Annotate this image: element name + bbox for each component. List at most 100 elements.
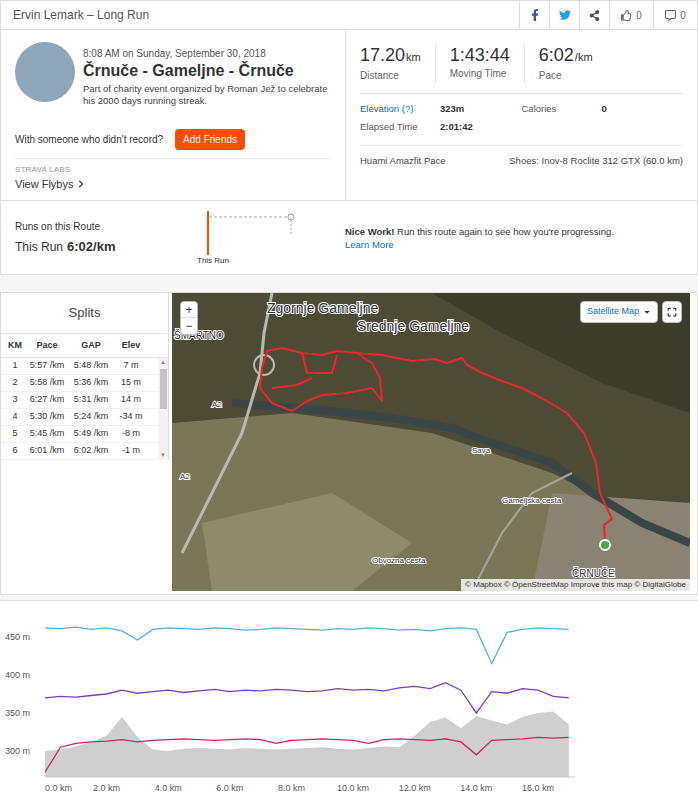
y-axis-tick: 450 m <box>5 632 30 642</box>
zoom-out-button[interactable]: − <box>181 318 197 334</box>
split-row[interactable]: 15:57 /km5:48 /km7 m <box>1 358 158 375</box>
x-axis-tick: 8.0 km <box>278 783 305 793</box>
route-title: Runs on this Route <box>15 219 195 234</box>
route-line <box>260 348 612 543</box>
scroll-up-arrow[interactable]: ▲ <box>160 358 166 367</box>
activity-card: 8:08 AM on Sunday, September 30, 2018Črn… <box>0 30 698 275</box>
comments-count: 0 <box>680 8 686 23</box>
stat: 1:43:44Moving Time <box>450 44 525 83</box>
y-axis-tick: 350 m <box>5 708 30 718</box>
x-axis-tick: 6.0 km <box>216 783 243 793</box>
avatar[interactable] <box>15 42 75 102</box>
start-marker <box>600 540 610 550</box>
route-comparison: Runs on this RouteThis Run6:02/kmThis Ru… <box>1 200 697 274</box>
twitter-icon <box>559 9 571 21</box>
x-axis-tick: 10.0 km <box>337 783 369 793</box>
splits-map-section: SplitsKMPaceGAPElev15:57 /km5:48 /km7 m2… <box>0 292 698 595</box>
shoes: Shoes: Inov-8 Roclite 312 GTX (60.0 km) <box>509 154 683 168</box>
detail-value: 323m <box>440 102 464 116</box>
route-map[interactable]: Zgornje GameljneSrednje GameljneŠMARTNOČ… <box>172 293 690 591</box>
device: Huami Amazfit Pace <box>360 154 446 168</box>
x-axis-tick: 4.0 km <box>155 783 182 793</box>
activity-title: Črnuče - Gameljne - Črnuče <box>83 61 331 81</box>
map-label: A2 <box>212 400 222 409</box>
flybys-link[interactable]: View Flybys <box>15 176 331 193</box>
x-axis-tick: 12.0 km <box>399 783 431 793</box>
this-run-label: This Run <box>15 238 63 256</box>
route-mini-chart <box>195 209 305 255</box>
map-type-button[interactable]: Satellite Map <box>580 301 658 323</box>
splits-panel: SplitsKMPaceGAPElev15:57 /km5:48 /km7 m2… <box>1 293 169 460</box>
detail-row: Calories0 <box>522 102 684 116</box>
elevation-area <box>45 711 569 777</box>
kudos-count: 0 <box>636 8 642 23</box>
detail-value: 2:01:42 <box>440 120 473 134</box>
data-series-line <box>45 737 569 772</box>
map-label: Obvozna cesta <box>372 556 426 565</box>
activity-stats: 17.20kmDistance 1:43:44Moving Time 6:02/km… <box>346 30 697 200</box>
activity-heading: Ervin Lemark – Long Run <box>1 1 519 29</box>
comments-button[interactable]: 0 <box>653 1 697 29</box>
detail-row: Elevation (?)323m <box>360 102 522 116</box>
thumbs-up-icon <box>621 10 632 21</box>
friends-prompt: With someone who didn't record? <box>15 132 163 147</box>
map-label: ČRNUČE <box>572 567 615 579</box>
facebook-icon <box>529 9 541 21</box>
comment-icon <box>665 10 676 21</box>
x-axis-tick: 0.0 km <box>45 783 72 793</box>
map-attribution: © Mapbox © OpenStreetMap Improve this ma… <box>461 579 690 591</box>
marker-label: This Run <box>197 255 229 267</box>
split-row[interactable]: 55:45 /km5:49 /km-8 m <box>1 426 158 443</box>
learn-more-link[interactable]: Learn More <box>345 238 683 251</box>
kudos-button[interactable]: 0 <box>609 1 653 29</box>
twitter-share-button[interactable] <box>549 1 579 29</box>
activity-description: Part of charity event organized by Roman… <box>83 83 331 107</box>
this-run-pace: 6:02/km <box>67 237 115 257</box>
map-label: Srednje Gameljne <box>357 318 469 334</box>
split-row[interactable]: 25:58 /km5:36 /km15 m <box>1 375 158 392</box>
page-header: Ervin Lemark – Long Run 0 0 <box>0 0 698 30</box>
map-label: Sava <box>472 446 491 455</box>
split-row[interactable]: 66:01 /km6:02 /km-1 m <box>1 443 158 460</box>
split-row[interactable]: 36:27 /km5:31 /km14 m <box>1 392 158 409</box>
detail-row: Elapsed Time2:01:42 <box>360 120 522 134</box>
activity-page: Ervin Lemark – Long Run 0 0 8:08 AM on Sund… <box>0 0 698 800</box>
data-series-line <box>45 627 569 663</box>
share-icon <box>589 10 600 21</box>
map-label: Zgornje Gameljne <box>267 300 378 316</box>
elevation-chart[interactable]: 450 m 400 m 350 m 300 m 0.0 km 2.0 km 4.0 km 6.… <box>0 601 698 800</box>
map-label: A2 <box>180 472 190 481</box>
message: Run this route again to see how you're p… <box>397 226 614 237</box>
x-axis-tick: 16.0 km <box>522 783 554 793</box>
fullscreen-button[interactable] <box>662 301 682 323</box>
scroll-thumb[interactable] <box>160 369 167 409</box>
stat: 6:02/kmPace <box>539 44 607 83</box>
activity-date: 8:08 AM on Sunday, September 30, 2018 <box>83 46 331 61</box>
message-title: Nice Work! <box>345 226 394 237</box>
splits-scrollbar[interactable]: ▲▼ <box>158 358 168 460</box>
elevation-chart-panel: 450 m 400 m 350 m 300 m 0.0 km 2.0 km 4.0 km 6.… <box>0 600 698 800</box>
share-button[interactable] <box>579 1 609 29</box>
facebook-share-button[interactable] <box>519 1 549 29</box>
detail-value: 0 <box>602 102 607 116</box>
satellite-map: Zgornje GameljneSrednje GameljneŠMARTNOČ… <box>172 293 690 591</box>
map-label: Gameljska cesta <box>502 496 562 505</box>
detail-label: Elapsed Time <box>360 120 440 134</box>
zoom-in-button[interactable]: + <box>181 302 197 318</box>
data-series-line <box>45 683 569 713</box>
x-axis-tick: 2.0 km <box>93 783 120 793</box>
split-row[interactable]: 45:30 /km5:24 /km-34 m <box>1 409 158 426</box>
detail-label[interactable]: Elevation (?) <box>360 102 440 116</box>
expand-icon <box>667 307 677 317</box>
activity-summary: 8:08 AM on Sunday, September 30, 2018Črn… <box>1 30 346 200</box>
chevron-right-icon <box>77 180 85 188</box>
x-axis-tick: 14.0 km <box>460 783 492 793</box>
scroll-down-arrow[interactable]: ▼ <box>160 451 166 460</box>
splits-title: Splits <box>1 293 168 334</box>
stat: 17.20kmDistance <box>360 44 436 83</box>
add-friends-button[interactable]: Add Friends <box>175 129 245 150</box>
splits-header: KMPaceGAPElev <box>1 334 168 359</box>
y-axis-tick: 300 m <box>5 746 30 756</box>
y-axis-tick: 400 m <box>5 670 30 680</box>
caret-down-icon <box>643 308 651 316</box>
